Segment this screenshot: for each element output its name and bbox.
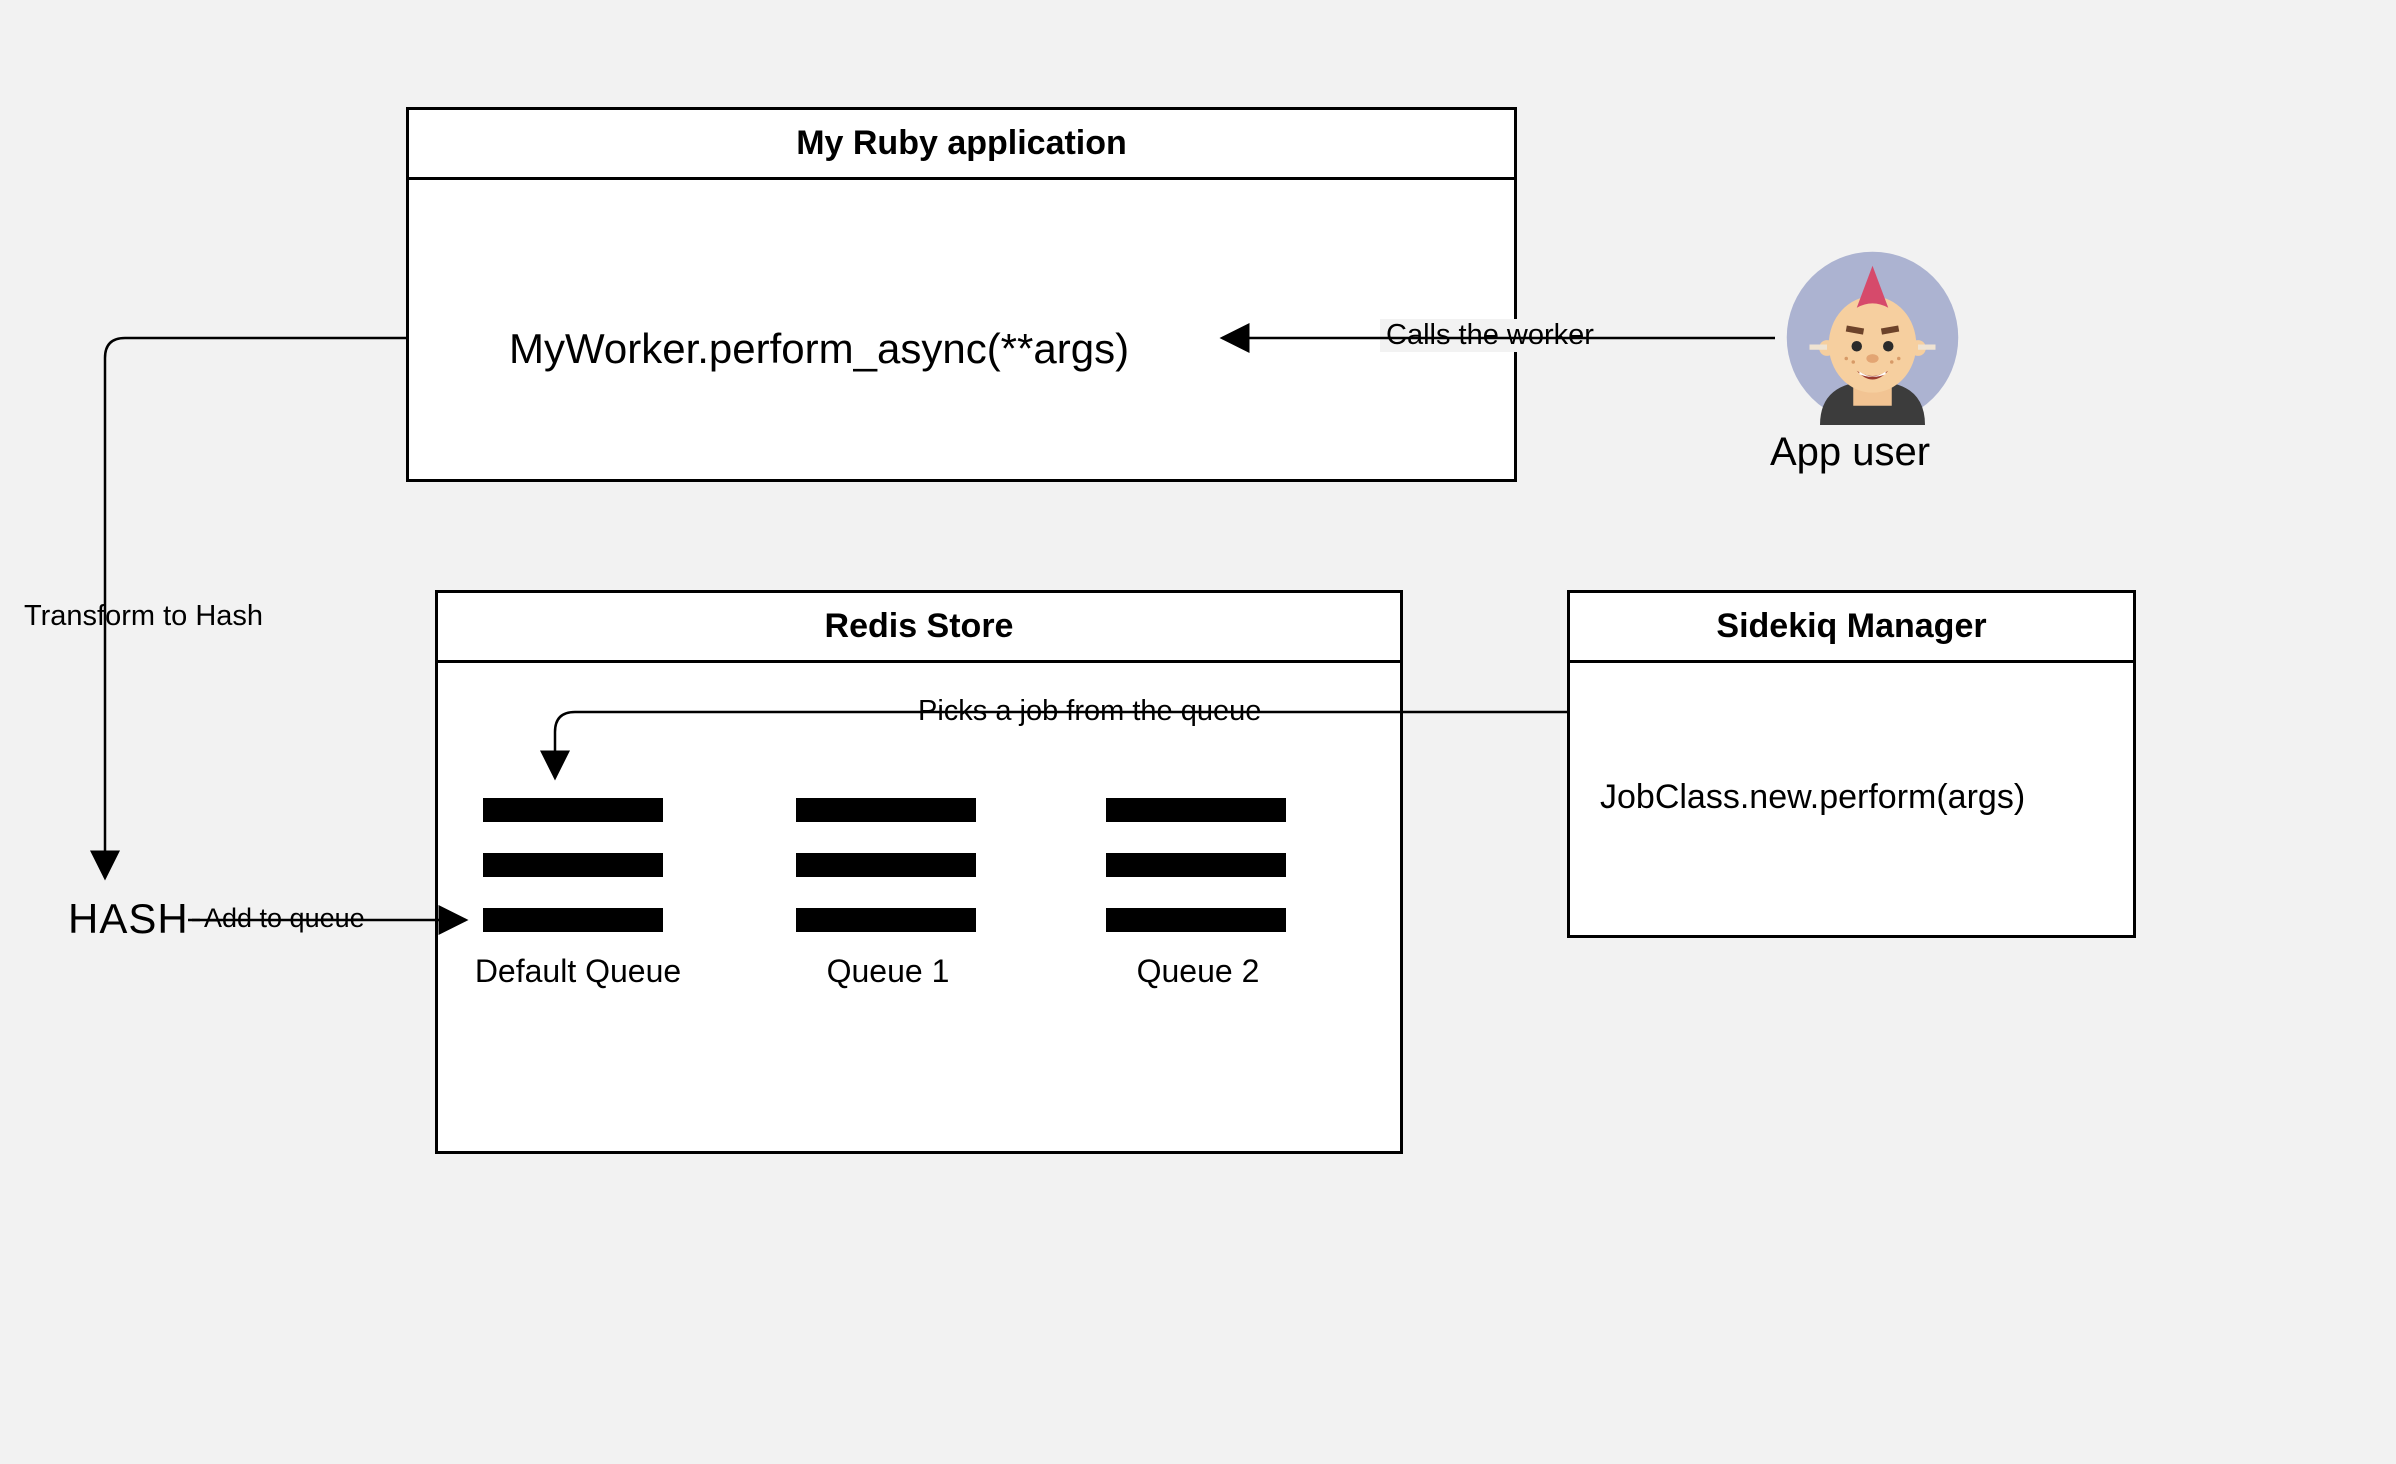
ruby-app-title: My Ruby application [409, 110, 1514, 180]
queue-label-default: Default Queue [463, 953, 693, 990]
hash-label: HASH [68, 895, 189, 943]
app-user-label: App user [1770, 430, 1930, 475]
ruby-app-box: My Ruby application MyWorker.perform_asy… [406, 107, 1517, 482]
edge-label-calls-worker: Calls the worker [1380, 319, 1600, 352]
queue-bar [1106, 908, 1286, 932]
edge-label-picks-job: Picks a job from the queue [912, 695, 1267, 728]
code-line-jobclass: JobClass.new.perform(args) [1600, 778, 2025, 817]
code-line-perform-async: MyWorker.perform_async(**args) [509, 325, 1129, 373]
sidekiq-manager-box: Sidekiq Manager JobClass.new.perform(arg… [1567, 590, 2136, 938]
queue-label-1: Queue 1 [798, 953, 978, 990]
queue-bar [1106, 853, 1286, 877]
queue-bar [1106, 798, 1286, 822]
edge-label-transform: Transform to Hash [18, 600, 269, 633]
queue-label-2: Queue 2 [1108, 953, 1288, 990]
redis-store-box: Redis Store Default Queue Queue 1 Queue … [435, 590, 1403, 1154]
app-user-icon [1785, 250, 1960, 425]
sidekiq-manager-title: Sidekiq Manager [1570, 593, 2133, 663]
queue-bar [483, 853, 663, 877]
queue-bar [796, 853, 976, 877]
redis-store-title: Redis Store [438, 593, 1400, 663]
edge-label-add-to-queue: Add to queue [198, 903, 371, 934]
queue-bar [483, 798, 663, 822]
queue-bar [796, 798, 976, 822]
queue-bar [796, 908, 976, 932]
queue-bar [483, 908, 663, 932]
